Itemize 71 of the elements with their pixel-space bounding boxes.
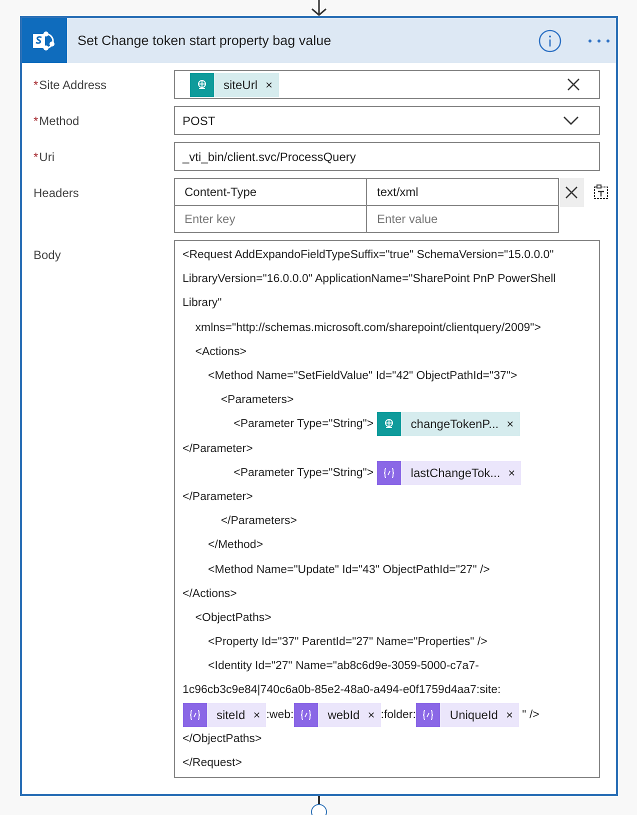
header-key-field[interactable]: Content-Type bbox=[174, 179, 366, 205]
code-text: Library" bbox=[182, 297, 222, 310]
remove-token-button[interactable]: × bbox=[504, 708, 519, 722]
code-text: <Method Name="SetFieldValue" Id="42" ObjectPathId="37"> bbox=[207, 370, 518, 382]
connector-arrow-icon bbox=[310, 0, 328, 16]
field-label: *Uri bbox=[34, 149, 56, 164]
code-text: <Parameter Type="String"> bbox=[232, 418, 375, 430]
expression-icon bbox=[376, 460, 401, 485]
code-text: <Parameters> bbox=[220, 394, 294, 406]
field-label: Body bbox=[34, 247, 62, 262]
code-text: <Method Name="Update" Id="43" ObjectPathId="27" /> bbox=[207, 564, 490, 576]
header-value-field[interactable]: Enter value bbox=[366, 206, 558, 232]
globe-icon bbox=[190, 72, 214, 96]
site-address-field[interactable]: siteUrl × bbox=[174, 70, 600, 99]
remove-token-button[interactable]: × bbox=[506, 466, 522, 480]
more-options-icon[interactable] bbox=[588, 38, 610, 42]
body-field[interactable] bbox=[174, 240, 600, 778]
token-label: webId bbox=[326, 708, 361, 722]
remove-token-button[interactable]: × bbox=[251, 708, 266, 722]
info-icon[interactable] bbox=[538, 28, 562, 52]
field-label: Headers bbox=[34, 185, 80, 200]
token-label: changeTokenP... bbox=[410, 417, 500, 432]
token-label: lastChangeTok... bbox=[410, 466, 502, 480]
remove-token-button[interactable]: × bbox=[264, 78, 279, 92]
code-text: </Request> bbox=[182, 757, 242, 770]
code-text: <Identity Id="27" Name="ab8c6d9e-3059-5000-c7a7- bbox=[207, 660, 479, 672]
header-value-field[interactable]: text/xml bbox=[366, 179, 558, 205]
code-text: 1c96cb3c9e84|740c6a0b-85e2-48a0-a494-e0f1759d4aa7:site: bbox=[182, 684, 501, 696]
close-icon bbox=[565, 186, 578, 199]
token-label: siteUrl bbox=[222, 78, 259, 92]
dynamic-content-token[interactable]: changeTokenP... × bbox=[376, 412, 520, 436]
code-text: </ObjectPaths> bbox=[182, 732, 262, 745]
code-text: <ObjectPaths> bbox=[194, 612, 272, 624]
code-text: xmlns="http://schemas.microsoft.com/sharepoint/clientquery/2009"> bbox=[194, 322, 541, 334]
token-label: siteId bbox=[216, 708, 246, 722]
code-text: </Parameter> bbox=[182, 442, 253, 455]
token-label: UniqueId bbox=[448, 708, 499, 722]
card-title: Set Change token start property bag value bbox=[78, 33, 332, 48]
globe-icon bbox=[376, 412, 401, 436]
code-text: <Request AddExpandoFieldTypeSuffix="true" SchemaVersion="15.0.0.0" bbox=[182, 249, 554, 262]
code-text: :folder: bbox=[380, 708, 416, 721]
dynamic-content-token[interactable]: siteId × bbox=[182, 702, 266, 727]
remove-token-button[interactable]: × bbox=[366, 708, 381, 722]
code-text: LibraryVersion="16.0.0.0" ApplicationName="SharePoint PnP PowerShell bbox=[182, 273, 556, 286]
text-mode-icon[interactable] bbox=[592, 184, 608, 200]
dynamic-content-token[interactable]: webId × bbox=[294, 702, 381, 727]
expression-icon bbox=[182, 702, 206, 727]
chevron-down-icon bbox=[562, 116, 578, 125]
dynamic-content-token[interactable]: siteUrl × bbox=[190, 72, 279, 96]
code-text: </Parameters> bbox=[220, 515, 297, 528]
header-key-field[interactable]: Enter key bbox=[174, 206, 366, 232]
uri-field[interactable]: _vti_bin/client.svc/ProcessQuery bbox=[174, 142, 600, 171]
code-text: </Parameter> bbox=[182, 490, 253, 503]
code-text: <Parameter Type="String"> bbox=[232, 466, 375, 479]
remove-token-button[interactable]: × bbox=[504, 417, 520, 432]
dynamic-content-token[interactable]: UniqueId × bbox=[416, 702, 519, 727]
dynamic-content-token[interactable]: lastChangeTok... × bbox=[376, 460, 522, 485]
code-text: " /> bbox=[521, 708, 540, 721]
field-label: *Method bbox=[34, 113, 80, 128]
field-label: *Site Address bbox=[34, 77, 108, 92]
method-dropdown[interactable]: POST bbox=[174, 106, 600, 135]
expression-icon bbox=[294, 702, 318, 727]
code-text: </Actions> bbox=[182, 588, 237, 600]
code-text: </Method> bbox=[207, 539, 264, 552]
code-text: <Property Id="37" ParentId="27" Name="Properties" /> bbox=[207, 636, 488, 648]
code-text: <Actions> bbox=[194, 346, 246, 358]
delete-row-button[interactable] bbox=[560, 178, 584, 207]
expression-icon bbox=[416, 702, 440, 727]
clear-icon[interactable] bbox=[566, 78, 580, 91]
card-header[interactable]: Set Change token start property bag value bbox=[22, 18, 616, 63]
code-text: :web: bbox=[266, 708, 294, 721]
